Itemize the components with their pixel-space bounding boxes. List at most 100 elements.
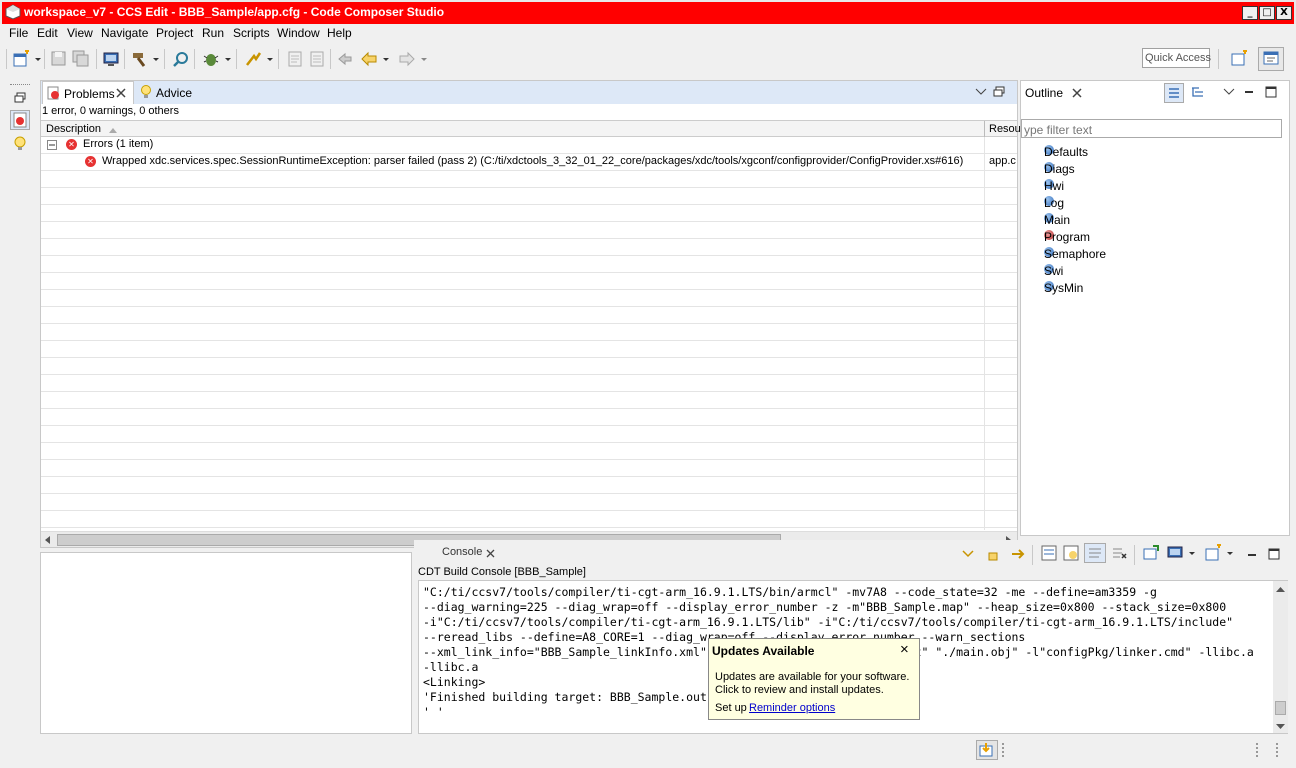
maximize-icon[interactable] xyxy=(1268,548,1280,560)
status-bar xyxy=(0,736,1296,768)
menu-navigate[interactable]: Navigate xyxy=(101,26,148,40)
chevron-down-icon[interactable] xyxy=(382,50,390,68)
chevron-down-icon[interactable] xyxy=(962,549,974,559)
scroll-thumb[interactable] xyxy=(1275,701,1286,715)
chevron-down-icon[interactable] xyxy=(1188,544,1196,562)
back-arrow-icon[interactable] xyxy=(360,50,378,68)
collapse-icon[interactable] xyxy=(47,140,57,150)
minimize-icon[interactable] xyxy=(1246,549,1258,561)
menu-help[interactable]: Help xyxy=(327,26,352,40)
drag-handle[interactable] xyxy=(1002,743,1004,757)
minimize-icon[interactable] xyxy=(1243,86,1255,98)
close-tab-icon[interactable] xyxy=(116,88,126,98)
chevron-down-icon[interactable] xyxy=(152,50,160,68)
copy-build-log-icon[interactable] xyxy=(1040,544,1058,562)
updates-notification[interactable]: Updates Available × Updates are availabl… xyxy=(708,638,920,720)
outline-item-label: Hwi xyxy=(1044,179,1064,193)
maximize-icon[interactable] xyxy=(1265,86,1277,98)
scroll-left-icon[interactable] xyxy=(43,535,53,545)
chevron-down-icon[interactable] xyxy=(266,50,274,68)
popup-setup-label: Set up xyxy=(715,702,747,714)
open-console-icon[interactable] xyxy=(1142,544,1160,562)
view-menu-icon[interactable] xyxy=(1223,86,1235,98)
scroll-up-icon[interactable] xyxy=(1276,584,1285,593)
menu-edit[interactable]: Edit xyxy=(37,26,58,40)
console-line: 'Finished building target: BBB_Sample.ou… xyxy=(423,690,714,704)
maximize-button[interactable]: □ xyxy=(1259,6,1275,20)
show-console-icon[interactable] xyxy=(1084,543,1106,563)
scroll-down-icon[interactable] xyxy=(1276,721,1285,730)
flat-layout-icon[interactable] xyxy=(1164,83,1184,103)
errors-group-label: Errors (1 item) xyxy=(83,138,154,150)
restore-icon[interactable] xyxy=(993,86,1005,98)
hierarchical-layout-icon[interactable] xyxy=(1189,84,1207,102)
close-tab-icon[interactable] xyxy=(486,548,495,558)
terminal-icon[interactable] xyxy=(102,50,120,68)
drag-handle[interactable] xyxy=(1276,743,1278,757)
new-icon[interactable] xyxy=(12,50,30,68)
view-menu-icon[interactable] xyxy=(975,86,987,98)
ccs-edit-perspective-button[interactable] xyxy=(1258,47,1284,71)
table-row[interactable]: ✕ Wrapped xdc.services.spec.SessionRunti… xyxy=(41,154,1017,170)
tab-advice[interactable]: Advice xyxy=(137,81,217,104)
minimize-button[interactable]: _ xyxy=(1242,6,1258,20)
problems-icon xyxy=(47,86,61,100)
toggle-breakpoint-icon[interactable] xyxy=(286,50,304,68)
popup-close-button[interactable]: × xyxy=(900,641,909,658)
new-console-icon[interactable] xyxy=(1204,544,1222,562)
quick-access-input[interactable]: Quick Access xyxy=(1142,48,1211,68)
tab-console[interactable]: Console xyxy=(442,546,482,558)
updates-status-icon[interactable] xyxy=(976,740,998,760)
console-line: ' ' xyxy=(423,705,444,719)
menu-window[interactable]: Window xyxy=(277,26,320,40)
display-console-icon[interactable] xyxy=(1166,544,1184,562)
build-hammer-icon[interactable] xyxy=(130,50,148,68)
debug-bug-icon[interactable] xyxy=(202,50,220,68)
chevron-down-icon[interactable] xyxy=(420,50,428,68)
outline-filter-input[interactable]: ype filter text xyxy=(1021,119,1282,138)
app-icon xyxy=(5,4,21,20)
popup-body-line1: Updates are available for your software. xyxy=(715,671,910,683)
menu-scripts[interactable]: Scripts xyxy=(233,26,270,40)
close-button[interactable]: X xyxy=(1276,6,1292,20)
toggle-mark-icon[interactable] xyxy=(308,50,326,68)
save-icon[interactable] xyxy=(50,50,68,68)
console-line: -llibc.a xyxy=(423,660,479,674)
problems-table-header: Description Resou xyxy=(41,120,1021,137)
lock-icon[interactable] xyxy=(988,547,998,561)
forward-arrow-icon[interactable] xyxy=(398,50,416,68)
restore-icon[interactable] xyxy=(14,92,26,104)
remove-all-icon[interactable] xyxy=(1110,544,1128,562)
close-tab-icon[interactable] xyxy=(1072,88,1082,98)
menu-view[interactable]: View xyxy=(67,26,93,40)
drag-handle[interactable] xyxy=(10,84,30,87)
main-toolbar: Quick Access xyxy=(0,44,1296,74)
pin-console-icon[interactable] xyxy=(1010,546,1026,562)
menu-file[interactable]: File xyxy=(9,26,28,40)
menu-project[interactable]: Project xyxy=(156,26,193,40)
advice-lightbulb-icon[interactable] xyxy=(12,136,28,152)
tab-outline[interactable]: Outline xyxy=(1025,86,1063,100)
problems-view-icon[interactable] xyxy=(10,110,30,130)
lightbulb-icon xyxy=(139,85,153,99)
drag-handle[interactable] xyxy=(1256,743,1258,757)
reminder-options-link[interactable]: Reminder options xyxy=(749,702,835,714)
window-title: workspace_v7 - CCS Edit - BBB_Sample/app… xyxy=(24,5,445,19)
tab-problems[interactable]: Problems xyxy=(42,81,134,104)
clear-icon[interactable] xyxy=(1062,544,1080,562)
column-description[interactable]: Description xyxy=(46,123,101,135)
search-icon[interactable] xyxy=(172,50,190,68)
last-edit-icon[interactable] xyxy=(336,50,354,68)
menu-run[interactable]: Run xyxy=(202,26,224,40)
chevron-down-icon[interactable] xyxy=(224,50,232,68)
problems-summary: 1 error, 0 warnings, 0 others xyxy=(42,105,179,117)
save-all-icon[interactable] xyxy=(72,50,90,68)
column-resource[interactable]: Resou xyxy=(989,123,1021,135)
console-line: "C:/ti/ccsv7/tools/compiler/ti-cgt-arm_1… xyxy=(423,585,1157,599)
chevron-down-icon[interactable] xyxy=(34,50,42,68)
vertical-scrollbar[interactable] xyxy=(1273,581,1288,733)
flash-icon[interactable] xyxy=(244,50,262,68)
open-perspective-icon[interactable] xyxy=(1230,50,1248,68)
table-row[interactable]: ✕ Errors (1 item) xyxy=(41,137,1017,153)
chevron-down-icon[interactable] xyxy=(1226,544,1234,562)
